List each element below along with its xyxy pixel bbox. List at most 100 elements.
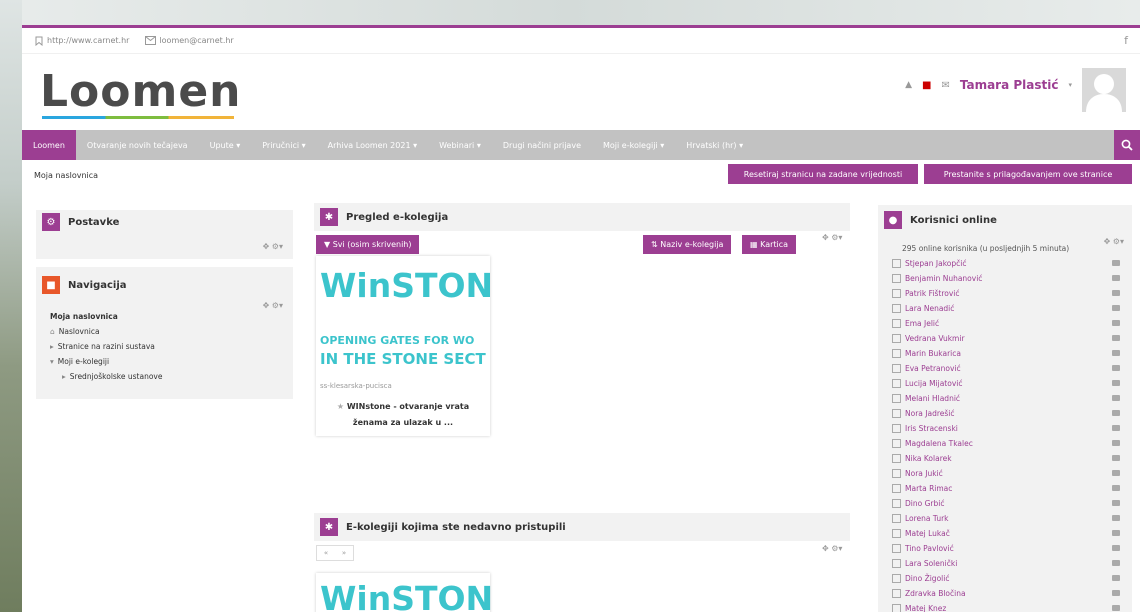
online-user-row[interactable]: Eva Petranović [892,361,1120,376]
nav-item-my-courses[interactable]: Moji e-kolegiji ▾ [592,130,675,160]
block-controls[interactable]: ✥ ⚙▾ [263,242,283,251]
message-icon[interactable] [1112,425,1120,431]
online-user-row[interactable]: Marta Rimac [892,481,1120,496]
online-user-name[interactable]: Tino Pavlović [905,544,954,553]
reset-page-button[interactable]: Resetiraj stranicu na zadane vrijednosti [728,164,918,184]
message-icon[interactable] [1112,485,1120,491]
facebook-icon[interactable]: f [1124,34,1128,47]
online-user-row[interactable]: Lara Solenički [892,556,1120,571]
nav-item-webinars[interactable]: Webinari ▾ [428,130,492,160]
online-user-name[interactable]: Vedrana Vukmir [905,334,965,343]
nav-tree-home[interactable]: ⌂ Naslovnica [50,324,162,339]
message-icon[interactable] [1112,350,1120,356]
message-icon[interactable] [1112,590,1120,596]
search-button[interactable] [1114,130,1140,160]
nav-item-new-courses[interactable]: Otvaranje novih tečajeva [76,130,199,160]
message-icon[interactable] [1112,575,1120,581]
online-user-name[interactable]: Lara Nenadić [905,304,954,313]
block-controls[interactable]: ✥ ⚙▾ [822,233,842,242]
view-dropdown[interactable]: ▦ Kartica [742,235,797,254]
online-user-row[interactable]: Magdalena Tkalec [892,436,1120,451]
online-user-name[interactable]: Lara Solenički [905,559,957,568]
next-button[interactable]: » [342,549,346,557]
prev-button[interactable]: « [324,549,328,557]
loomen-logo[interactable]: Loomen [40,70,242,114]
online-user-row[interactable]: Stjepan Jakopčić [892,256,1120,271]
online-user-row[interactable]: Patrik Fištrović [892,286,1120,301]
nav-item-language[interactable]: Hrvatski (hr) ▾ [675,130,754,160]
online-user-row[interactable]: Matej Knez [892,601,1120,612]
message-icon[interactable] [1112,410,1120,416]
alerts-bell-icon[interactable]: ▲ [905,80,912,90]
online-user-name[interactable]: Ema Jelić [905,319,939,328]
message-icon[interactable] [1112,500,1120,506]
online-user-row[interactable]: Dino Žigolić [892,571,1120,586]
online-user-row[interactable]: Matej Lukač [892,526,1120,541]
online-user-row[interactable]: Nika Kolarek [892,451,1120,466]
online-user-row[interactable]: Ema Jelić [892,316,1120,331]
online-user-row[interactable]: Benjamin Nuhanović [892,271,1120,286]
online-user-row[interactable]: Tino Pavlović [892,541,1120,556]
nav-tree-my-courses[interactable]: ▾ Moji e-kolegiji [50,354,162,369]
message-icon[interactable] [1112,320,1120,326]
online-user-row[interactable]: Lara Nenadić [892,301,1120,316]
nav-item-other-logins[interactable]: Drugi načini prijave [492,130,592,160]
message-icon[interactable] [1112,395,1120,401]
nav-item-archive[interactable]: Arhiva Loomen 2021 ▾ [317,130,428,160]
message-icon[interactable] [1112,530,1120,536]
online-user-name[interactable]: Marta Rimac [905,484,952,493]
online-user-name[interactable]: Nora Jadrešić [905,409,954,418]
online-user-name[interactable]: Dino Grbić [905,499,944,508]
user-name[interactable]: Tamara Plastić [960,78,1059,92]
breadcrumb[interactable]: Moja naslovnica [34,171,98,180]
online-user-name[interactable]: Eva Petranović [905,364,961,373]
bookmark-link[interactable]: http://www.carnet.hr [34,36,129,46]
nav-tree-high-schools[interactable]: ▸ Srednjoškolske ustanove [50,369,162,384]
online-user-name[interactable]: Nika Kolarek [905,454,952,463]
online-user-row[interactable]: Zdravka Bločina [892,586,1120,601]
notifications-icon[interactable]: ■ [922,80,931,91]
filter-dropdown[interactable]: ▼ Svi (osim skrivenih) [316,235,420,254]
message-icon[interactable] [1112,440,1120,446]
online-user-name[interactable]: Patrik Fištrović [905,289,959,298]
recent-course-card[interactable]: WinSTON [316,573,493,612]
online-user-row[interactable]: Melani Hladnić [892,391,1120,406]
online-user-name[interactable]: Lorena Turk [905,514,949,523]
online-user-name[interactable]: Lucija Mijatović [905,379,962,388]
message-icon[interactable] [1112,455,1120,461]
message-icon[interactable] [1112,335,1120,341]
online-user-row[interactable]: Lorena Turk [892,511,1120,526]
online-user-name[interactable]: Magdalena Tkalec [905,439,973,448]
online-user-row[interactable]: Iris Stracenski [892,421,1120,436]
message-icon[interactable] [1112,290,1120,296]
message-icon[interactable] [1112,275,1120,281]
nav-item-guides[interactable]: Upute ▾ [199,130,252,160]
online-user-name[interactable]: Marin Bukarica [905,349,961,358]
chevron-down-icon[interactable]: ▾ [1068,81,1072,89]
online-user-name[interactable]: Stjepan Jakopčić [905,259,966,268]
online-user-name[interactable]: Nora Jukić [905,469,943,478]
online-user-name[interactable]: Iris Stracenski [905,424,958,433]
message-icon[interactable] [1112,365,1120,371]
online-user-row[interactable]: Lucija Mijatović [892,376,1120,391]
online-user-name[interactable]: Matej Lukač [905,529,950,538]
course-card[interactable]: WinSTON OPENING GATES FOR WO IN THE STON… [316,256,490,436]
star-icon[interactable]: ★ [337,402,344,411]
block-controls[interactable]: ✥ ⚙▾ [263,301,283,310]
online-user-name[interactable]: Dino Žigolić [905,574,949,583]
message-icon[interactable] [1112,605,1120,611]
nav-item-manuals[interactable]: Priručnici ▾ [251,130,316,160]
sort-dropdown[interactable]: ⇅ Naziv e-kolegija [643,235,732,254]
nav-tree-site-pages[interactable]: ▸ Stranice na razini sustava [50,339,162,354]
online-user-row[interactable]: Nora Jukić [892,466,1120,481]
block-controls[interactable]: ✥ ⚙▾ [1104,237,1124,246]
message-icon[interactable] [1112,305,1120,311]
message-icon[interactable] [1112,260,1120,266]
email-link[interactable]: loomen@carnet.hr [145,36,234,45]
nav-item-loomen[interactable]: Loomen [22,130,76,160]
online-user-name[interactable]: Zdravka Bločina [905,589,966,598]
message-icon[interactable] [1112,470,1120,476]
online-user-name[interactable]: Matej Knez [905,604,946,612]
avatar[interactable] [1082,68,1126,112]
message-icon[interactable] [1112,560,1120,566]
